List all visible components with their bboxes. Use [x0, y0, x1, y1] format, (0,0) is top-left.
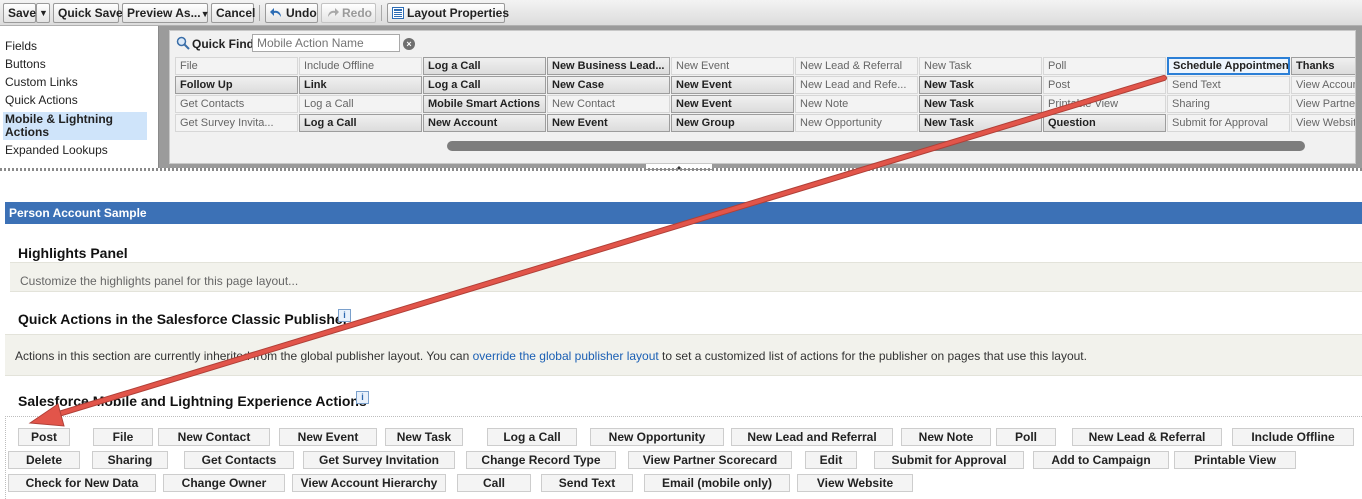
- drag-arrow-icon: [28, 75, 1167, 427]
